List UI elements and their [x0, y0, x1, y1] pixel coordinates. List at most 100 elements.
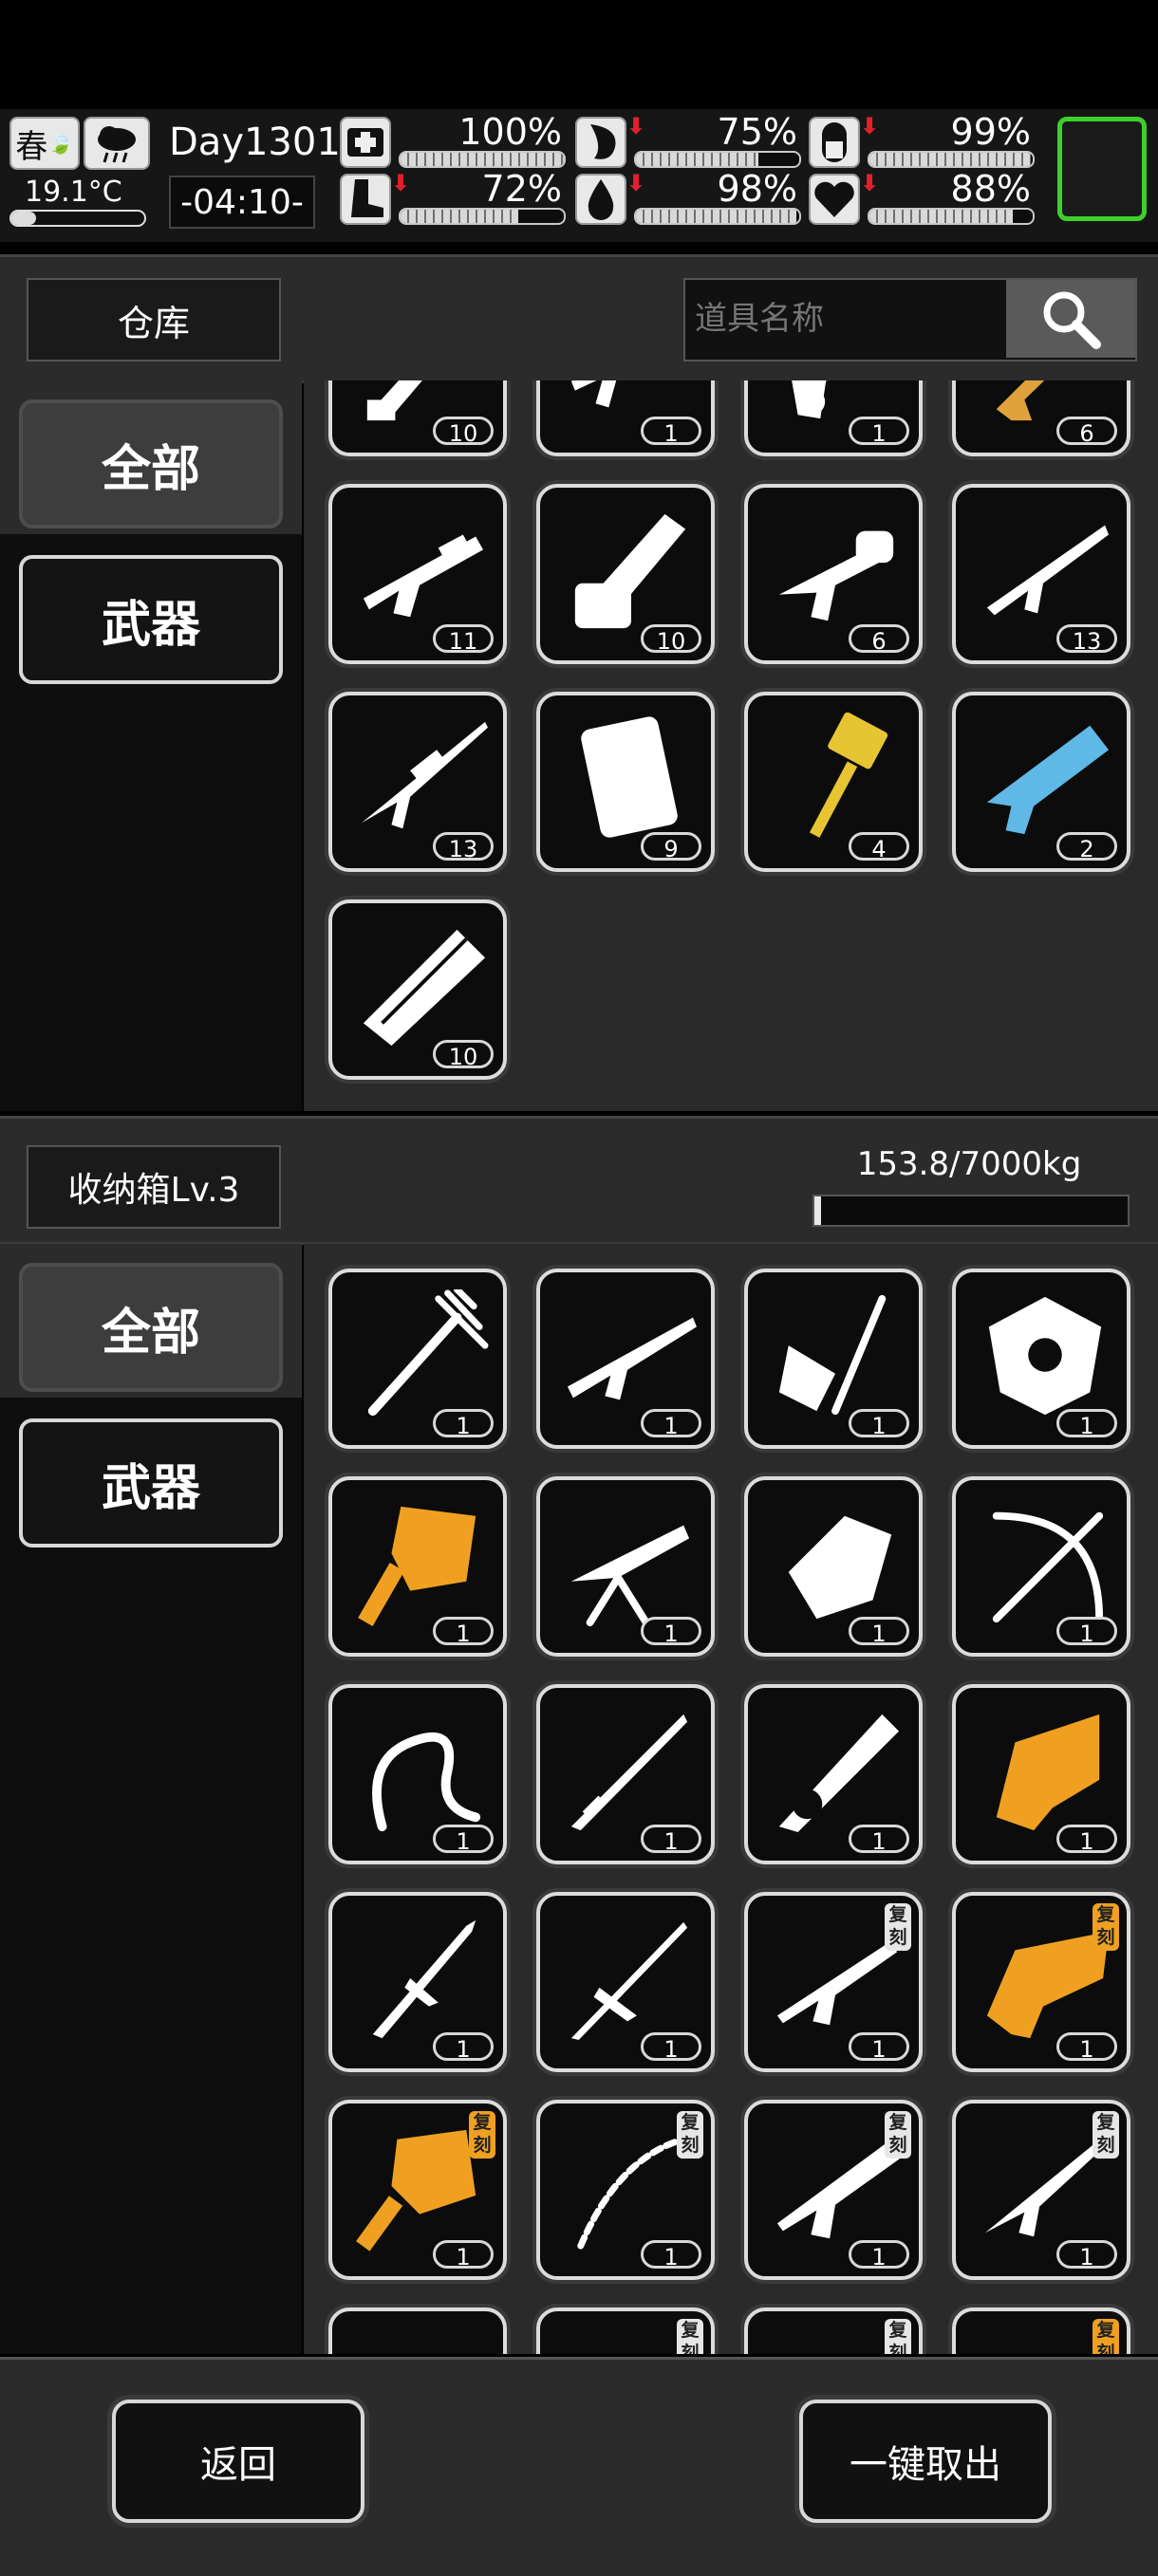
- warehouse-category-all[interactable]: 全部: [19, 399, 283, 528]
- item-slot[interactable]: 复刻: [536, 2307, 715, 2354]
- water-drop-icon: [575, 174, 626, 225]
- item-count: 2: [1056, 832, 1117, 862]
- item-slot[interactable]: 13: [328, 692, 507, 872]
- search-input[interactable]: [685, 280, 1010, 358]
- item-slot[interactable]: 1: [744, 380, 923, 456]
- footer-bar: 返回 一键取出: [0, 2357, 1158, 2576]
- item-slot[interactable]: 1: [328, 1269, 507, 1449]
- item-slot[interactable]: 1: [536, 1684, 715, 1864]
- item-slot[interactable]: 6: [952, 380, 1130, 456]
- item-count: 1: [641, 417, 701, 447]
- leaf-icon: 🍃: [47, 131, 74, 156]
- item-slot[interactable]: 13: [952, 484, 1130, 664]
- stat-value: 75%: [717, 111, 797, 153]
- item-slot[interactable]: 复刻 1: [952, 1892, 1130, 2072]
- status-frame-button[interactable]: [1057, 117, 1147, 221]
- item-count: 1: [849, 1409, 909, 1439]
- stat-stomach: ⬇ 75%: [575, 111, 803, 170]
- item-slot[interactable]: 4: [744, 692, 923, 872]
- stat-bar: [868, 208, 1035, 225]
- whip-icon: [372, 1732, 481, 1832]
- shovel-icon: [778, 1294, 887, 1416]
- item-count: 1: [849, 417, 909, 447]
- back-button-label: 返回: [200, 2443, 276, 2487]
- item-count: 1: [849, 2240, 909, 2270]
- item-slot[interactable]: 11: [328, 484, 507, 664]
- storage-category-weapons[interactable]: 武器: [19, 1418, 283, 1547]
- minigun-icon: [363, 929, 486, 1047]
- storage-weight-label: 153.8/7000kg: [856, 1145, 1082, 1183]
- search-button[interactable]: [1006, 280, 1135, 358]
- heart-icon: [809, 174, 860, 225]
- item-count: 1: [1056, 2032, 1117, 2063]
- katana-icon: [570, 1714, 688, 1831]
- search-icon: [1043, 291, 1101, 349]
- take-all-button[interactable]: 一键取出: [799, 2400, 1052, 2523]
- search-box[interactable]: [683, 278, 1137, 361]
- warehouse-title-label: 仓库: [117, 302, 190, 344]
- riot-shield-icon: [581, 716, 678, 838]
- take-all-button-label: 一键取出: [850, 2443, 1001, 2487]
- item-slot[interactable]: 1: [744, 1269, 923, 1449]
- stat-boot: ⬇ 72%: [340, 168, 568, 227]
- item-slot[interactable]: 复刻 1: [536, 2100, 715, 2280]
- assault-rifle-icon: [986, 525, 1110, 616]
- item-slot[interactable]: 10: [328, 899, 507, 1080]
- shield-icon: [988, 1296, 1102, 1416]
- item-slot[interactable]: 1: [536, 1892, 715, 2072]
- stat-water-drop: ⬇ 98%: [575, 168, 803, 227]
- item-slot[interactable]: 1: [744, 1684, 923, 1864]
- item-slot[interactable]: 复刻: [744, 2307, 923, 2354]
- item-slot[interactable]: 9: [536, 692, 715, 872]
- item-slot[interactable]: 10: [328, 380, 507, 456]
- stat-bar-fill: [869, 153, 1032, 166]
- item-slot[interactable]: [328, 2307, 507, 2354]
- item-count: 1: [1056, 1825, 1117, 1855]
- item-count: 1: [1056, 2240, 1117, 2270]
- item-slot[interactable]: 复刻 1: [328, 2100, 507, 2280]
- item-slot[interactable]: 1: [744, 1476, 923, 1657]
- chainsaw-sword-icon: [778, 1714, 900, 1833]
- warehouse-header: 仓库: [0, 254, 1158, 383]
- item-slot[interactable]: 1: [328, 1684, 507, 1864]
- storage-weight-fill: [814, 1196, 822, 1225]
- item-count: 1: [849, 1825, 909, 1855]
- chainsaw-icon: [574, 513, 686, 629]
- item-slot[interactable]: 复刻 1: [744, 1892, 923, 2072]
- season-badge: 春 🍃: [9, 117, 80, 170]
- item-slot[interactable]: 复刻: [952, 2307, 1130, 2354]
- item-slot[interactable]: 1: [952, 1476, 1130, 1657]
- medkit-icon: [340, 117, 391, 168]
- item-slot[interactable]: 2: [952, 692, 1130, 872]
- stat-value: 72%: [481, 168, 562, 210]
- item-slot[interactable]: 6: [744, 484, 923, 664]
- plasma-gun-icon: [986, 725, 1110, 835]
- warehouse-category-weapons[interactable]: 武器: [19, 555, 283, 684]
- weather-badge: [84, 117, 150, 170]
- storage-category-all[interactable]: 全部: [19, 1263, 283, 1392]
- item-slot[interactable]: 1: [536, 1269, 715, 1449]
- copy-tag-badge: 复刻: [1093, 2319, 1119, 2354]
- gauntlet-icon: [788, 1515, 892, 1620]
- copy-tag-badge: 复刻: [1093, 2111, 1119, 2159]
- storage-title-label: 收纳箱Lv.3: [67, 1171, 240, 1210]
- item-slot[interactable]: 1: [536, 1476, 715, 1657]
- back-button[interactable]: 返回: [112, 2400, 364, 2523]
- item-slot[interactable]: 复刻 1: [952, 2100, 1130, 2280]
- item-slot[interactable]: 复刻 1: [744, 2100, 923, 2280]
- mounted-gun-icon: [570, 1525, 690, 1627]
- item-slot[interactable]: 1: [536, 380, 715, 456]
- item-slot[interactable]: 1: [952, 1684, 1130, 1864]
- item-slot[interactable]: 10: [536, 484, 715, 664]
- item-slot[interactable]: 1: [328, 1892, 507, 2072]
- item-slot[interactable]: 1: [952, 1269, 1130, 1449]
- stat-bar: [634, 208, 801, 225]
- item-count: 1: [433, 1617, 494, 1647]
- copy-tag-badge: 复刻: [677, 2319, 703, 2354]
- day-label: Day1301: [169, 120, 341, 164]
- item-count: 6: [849, 624, 909, 655]
- item-slot[interactable]: 1: [328, 1476, 507, 1657]
- item-count: 1: [641, 2240, 701, 2270]
- warehouse-sidebar: 全部 武器: [0, 380, 302, 1111]
- season-label: 春: [15, 127, 48, 166]
